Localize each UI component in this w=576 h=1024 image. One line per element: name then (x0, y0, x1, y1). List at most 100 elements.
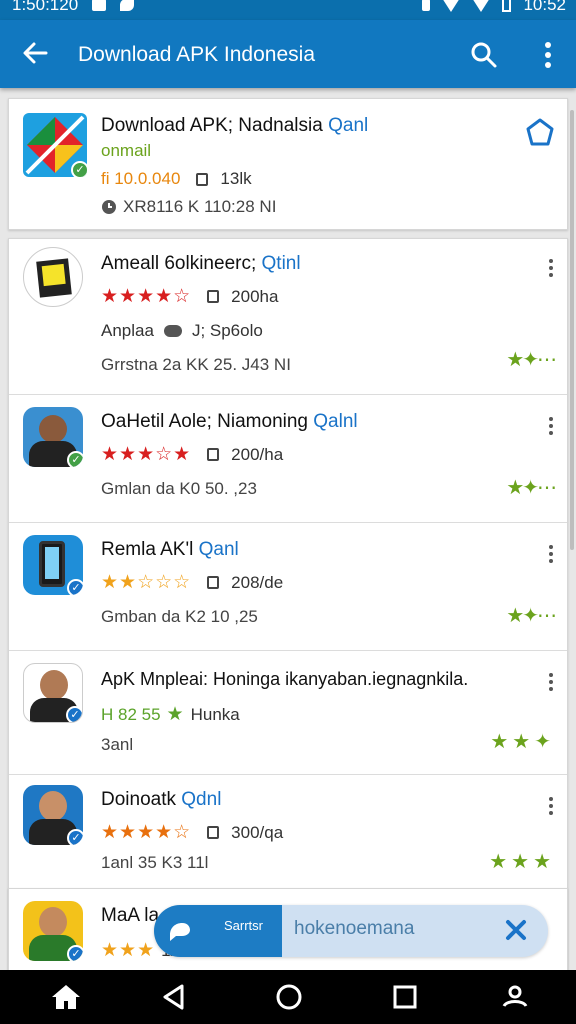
rating-stars: ★★☆☆☆ (101, 572, 192, 593)
featured-name: Download APK; Nadnalsia (101, 115, 323, 136)
app-tag: Qalnl (313, 411, 358, 432)
back-arrow-icon[interactable] (20, 38, 50, 68)
download-icon (207, 576, 220, 589)
page-title: Download APK Indonesia (78, 43, 315, 66)
app-downloads: Hunka (190, 704, 240, 724)
featured-sub: onmail (101, 141, 152, 160)
app-icon: ✓ (23, 407, 83, 467)
list-item[interactable]: ✓ ApK Mnpleai: Honinga ikanyaban.iegnagn… (9, 653, 567, 775)
accessibility-icon[interactable] (498, 982, 532, 1012)
home-circle-icon[interactable] (272, 982, 306, 1012)
download-icon (207, 290, 220, 303)
battery-icon (502, 0, 512, 12)
featured-meta-row: XR8116 K 110:28 NI (101, 197, 276, 217)
meta-row: 3anl (101, 735, 133, 755)
list-item[interactable]: ✓ Doinoatk Qdnl ★★★★☆ 300/qa 1anl 35 K3 1… (9, 777, 567, 891)
rating-row: ★★★☆★ 200/ha (101, 443, 283, 466)
clock-icon (102, 200, 116, 214)
app-icon: ✓ (23, 535, 83, 595)
rating-row: H 82 55 ★ Hunka (101, 703, 240, 726)
download-icon (196, 172, 209, 186)
app-name-line: OaHetil Aole; Niamoning Qalnl (101, 411, 358, 433)
screen: 1:50:120 10:52 Download APK Indonesia ✓ … (0, 0, 576, 1024)
verified-badge-icon: ✓ (67, 451, 83, 467)
app-tag: Qanl (198, 539, 239, 560)
snackbar-action-button[interactable]: Sarrtsr (154, 905, 282, 957)
app-price: H 82 55 (101, 704, 161, 724)
rate-stars-icon[interactable]: ★✦⋯ (506, 475, 557, 500)
featured-app-icon: ✓ (23, 113, 87, 177)
featured-row: fi 10.0.040 13lk (101, 169, 252, 189)
more-options-icon[interactable] (547, 259, 555, 283)
app-icon: ✓ (23, 785, 83, 845)
recents-square-icon[interactable] (388, 982, 422, 1012)
rating-stars: ★★★★☆ (101, 286, 192, 307)
app-icon (23, 247, 83, 307)
rating-stars: ★ (166, 704, 185, 725)
download-icon (207, 448, 220, 461)
signal-icon (472, 0, 491, 12)
app-name: Doinoatk (101, 789, 176, 810)
snackbar-search-input[interactable] (294, 918, 494, 940)
app-bar: Download APK Indonesia (0, 20, 576, 88)
rating-row: ★★☆☆☆ 208/de (101, 571, 283, 594)
meta-row: Grrstna 2a KK 25. J43 NI (101, 355, 291, 375)
app-version: J; Sp6olo (191, 321, 263, 340)
app-name-line: Doinoatk Qdnl (101, 789, 221, 811)
list-item[interactable]: ✓ OaHetil Aole; Niamoning Qalnl ★★★☆★ 200… (9, 397, 567, 523)
chat-bubble-icon (170, 923, 190, 941)
app-tag: Qdnl (181, 789, 222, 810)
rate-stars-icon[interactable]: ★✦⋯ (506, 603, 557, 628)
wifi-icon (442, 0, 461, 12)
more-options-icon[interactable] (547, 673, 555, 697)
download-icon (207, 826, 220, 839)
scrollbar[interactable] (570, 110, 574, 550)
close-icon[interactable] (503, 917, 529, 943)
more-options-icon[interactable] (547, 797, 555, 821)
app-list: ✓ Download APK; Nadnalsia Qanl onmail fi… (8, 98, 568, 998)
rating-stars: ★★★☆★ (101, 444, 192, 465)
rate-stars-icon[interactable]: ★✦⋯ (506, 347, 557, 372)
rating-stars: ★★★ (101, 940, 156, 961)
verified-badge-icon: ✓ (67, 945, 83, 961)
featured-tag: Qanl (328, 115, 369, 136)
info-row: Anplaa J; Sp6olo (101, 321, 263, 341)
more-options-icon[interactable] (547, 417, 555, 441)
app-icon: ✓ (23, 663, 83, 723)
app-meta: 1anl 35 K3 11l (101, 853, 209, 872)
app-developer: Anplaa (101, 321, 154, 340)
app-name-line: Remla AK'l Qanl (101, 539, 239, 561)
key-icon (163, 325, 182, 337)
app-name: OaHetil Aole; Niamoning (101, 411, 308, 432)
rate-stars-icon[interactable]: ★★✦ (490, 729, 555, 754)
meta-row: 1anl 35 K3 11l (101, 853, 208, 873)
featured-name-line: Download APK; Nadnalsia Qanl (101, 115, 368, 137)
star-outline-icon[interactable] (523, 117, 557, 151)
app-name: Ameall 6olkineerc; (101, 253, 257, 274)
rating-stars: ★★★★☆ (101, 822, 192, 843)
status-bar: 1:50:120 10:52 (0, 0, 576, 20)
app-downloads: 300/qa (231, 822, 284, 842)
app-tag: Qtinl (261, 253, 301, 274)
list-item[interactable]: Ameall 6olkineerc; Qtinl ★★★★☆ 200ha Anpl… (9, 239, 567, 395)
rate-stars-icon[interactable]: ★★★ (489, 849, 555, 874)
verified-badge-icon: ✓ (67, 829, 83, 845)
more-vert-icon[interactable] (538, 40, 558, 70)
app-name: ApK Mnpleai: Honinga ikanyaban.iegnagnki… (101, 669, 469, 689)
search-icon[interactable] (469, 40, 499, 70)
list-item[interactable]: ✓ Remla AK'l Qanl ★★☆☆☆ 208/de Gmban da K… (9, 525, 567, 651)
app-meta: Gmban da K2 10 ,25 (101, 607, 258, 626)
more-options-icon[interactable] (547, 545, 555, 569)
home-icon[interactable] (49, 982, 83, 1012)
featured-price: fi 10.0.040 (101, 169, 181, 188)
app-list-card: Ameall 6olkineerc; Qtinl ★★★★☆ 200ha Anpl… (8, 238, 568, 998)
rating-row: ★★★★☆ 200ha (101, 285, 278, 308)
verified-badge-icon: ✓ (71, 161, 87, 177)
verified-badge-icon: ✓ (67, 579, 83, 595)
app-icon: ✓ (23, 901, 83, 961)
featured-card[interactable]: ✓ Download APK; Nadnalsia Qanl onmail fi… (8, 98, 568, 230)
back-triangle-icon[interactable] (157, 982, 191, 1012)
search-snackbar: Sarrtsr (154, 905, 548, 957)
app-downloads: 208/de (231, 572, 284, 592)
app-meta: Gmlan da K0 50. ,23 (101, 479, 257, 498)
